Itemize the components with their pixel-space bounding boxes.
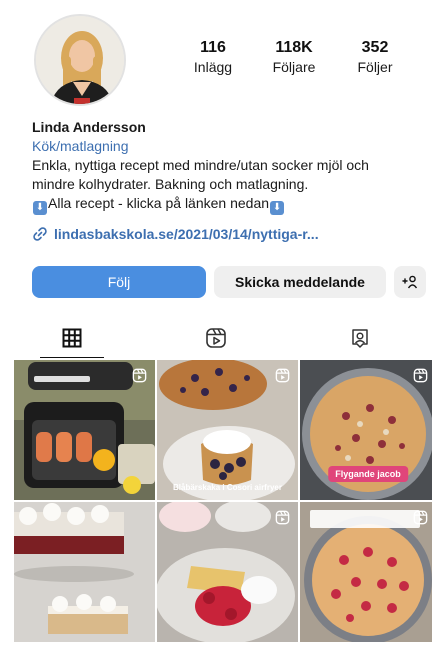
- post-image-cream-cake: [14, 502, 155, 642]
- tagged-icon: [352, 329, 368, 348]
- following-label: Följer: [357, 59, 393, 75]
- following-count: 352: [361, 39, 389, 56]
- reel-badge-icon: [413, 368, 428, 383]
- post-thumbnail[interactable]: [157, 502, 298, 642]
- reel-badge-icon: [275, 368, 290, 383]
- reel-badge-icon: [275, 510, 290, 525]
- following-stat[interactable]: 352 Följer: [338, 38, 412, 76]
- add-person-icon: [402, 275, 418, 289]
- down-arrow-emoji-icon: ⬇: [270, 201, 285, 215]
- post-thumbnail[interactable]: Blåbärskaka i Cosori airfryer: [157, 360, 298, 500]
- posts-count: 116: [200, 39, 226, 56]
- post-grid: Blåbärskaka i Cosori airfryer Flygande j…: [14, 360, 432, 642]
- post-thumbnail[interactable]: Flygande jacob: [300, 360, 432, 500]
- profile-category[interactable]: Kök/matlagning: [32, 137, 428, 156]
- link-icon: [33, 227, 47, 241]
- bio-line-2: mindre kolhydrater. Bakning och matlagni…: [32, 176, 309, 192]
- suggest-people-button[interactable]: [394, 266, 426, 298]
- grid-icon: [62, 328, 82, 348]
- down-arrow-emoji-icon: ⬇: [33, 201, 47, 215]
- profile-tabs: [0, 318, 432, 358]
- follow-button[interactable]: Följ: [32, 266, 206, 298]
- post-caption: Blåbärskaka i Cosori airfryer: [173, 483, 282, 492]
- tab-tagged[interactable]: [288, 318, 432, 358]
- profile-link[interactable]: lindasbakskola.se/2021/03/14/nyttiga-r..…: [32, 226, 319, 242]
- profile-link-text: lindasbakskola.se/2021/03/14/nyttiga-r..…: [54, 226, 319, 242]
- reels-icon: [206, 328, 226, 348]
- followers-label: Följare: [272, 59, 316, 75]
- profile-bio: Linda Andersson Kök/matlagning Enkla, ny…: [32, 118, 428, 215]
- profile-stats: 116 Inlägg 118K Följare 352 Följer: [176, 38, 412, 76]
- posts-label: Inlägg: [193, 59, 233, 75]
- avatar[interactable]: [34, 14, 126, 106]
- post-thumbnail[interactable]: [14, 360, 155, 500]
- bio-line-3-row: ⬇ Alla recept - klicka på länken nedan ⬇: [32, 194, 428, 215]
- followers-count: 118K: [275, 39, 313, 56]
- tab-posts[interactable]: [0, 318, 144, 358]
- bio-line-3: Alla recept - klicka på länken nedan: [48, 195, 270, 211]
- reel-badge-icon: [413, 510, 428, 525]
- message-button[interactable]: Skicka meddelande: [214, 266, 386, 298]
- bio-line-1: Enkla, nyttiga recept med mindre/utan so…: [32, 157, 369, 173]
- post-thumbnail[interactable]: [300, 502, 432, 642]
- avatar-photo: [36, 16, 124, 104]
- followers-stat[interactable]: 118K Följare: [257, 38, 331, 76]
- tab-reels[interactable]: [144, 318, 288, 358]
- post-caption: Flygande jacob: [328, 466, 408, 482]
- reel-badge-icon: [132, 368, 147, 383]
- posts-stat[interactable]: 116 Inlägg: [176, 38, 250, 76]
- profile-name: Linda Andersson: [32, 119, 146, 135]
- post-thumbnail[interactable]: [14, 502, 155, 642]
